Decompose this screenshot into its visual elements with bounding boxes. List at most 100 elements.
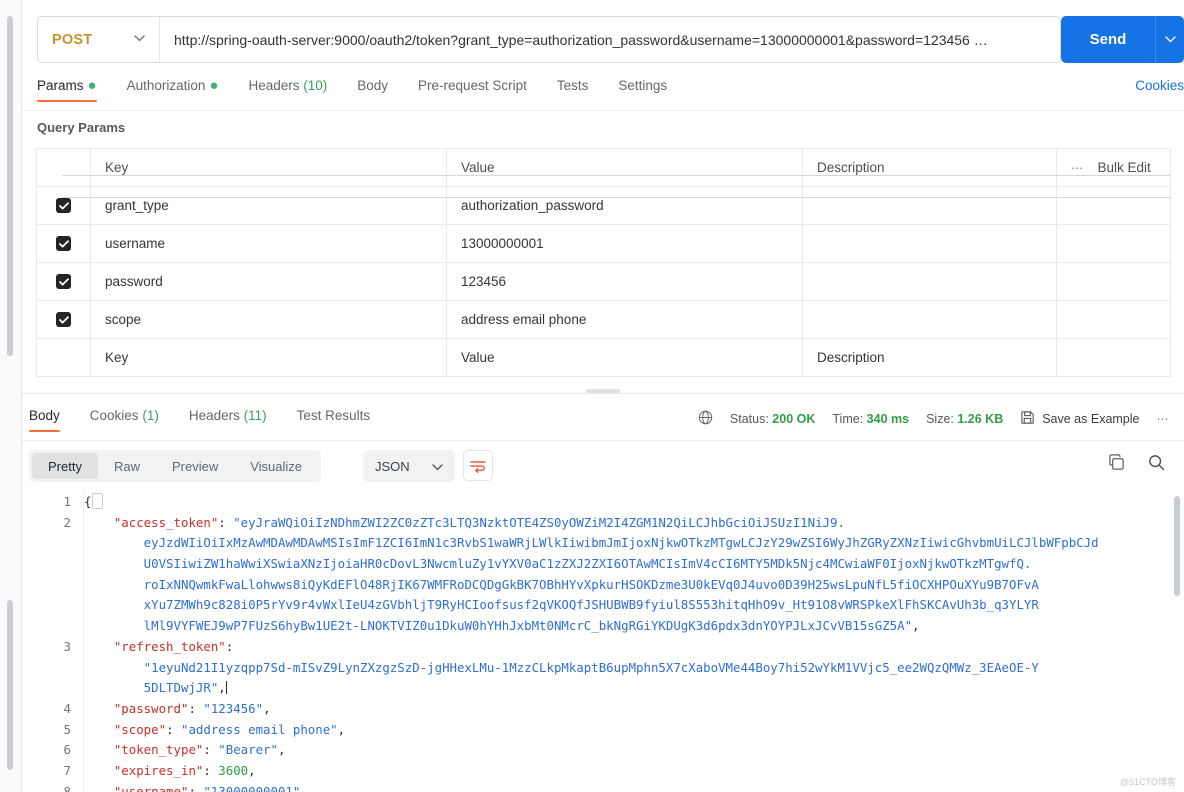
code-line: "password": "123456", — [113, 700, 271, 716]
page-scrollbar-thumb[interactable] — [7, 16, 13, 356]
wrap-lines-button[interactable] — [463, 450, 493, 481]
more-options-icon[interactable]: ⋯ — [1071, 161, 1085, 175]
tab-tests[interactable]: Tests — [557, 78, 589, 102]
time-label: Time: — [832, 412, 864, 426]
cookies-link[interactable]: Cookies — [1135, 78, 1184, 93]
row-checkbox[interactable] — [56, 312, 71, 327]
line-number: 6 — [63, 742, 71, 758]
row-actions-empty — [1056, 338, 1171, 377]
url-input[interactable]: http://spring-oauth-server:9000/oauth2/t… — [160, 17, 1060, 62]
response-more-options-icon[interactable]: ⋯ — [1157, 412, 1171, 426]
row-description[interactable] — [802, 224, 1057, 263]
row-key[interactable]: password — [90, 262, 447, 301]
line-number: 2 — [63, 514, 71, 530]
line-number — [22, 658, 83, 679]
tab-authorization[interactable]: Authorization ● — [127, 78, 219, 102]
response-tab-test-results[interactable]: Test Results — [297, 408, 371, 432]
response-scrollbar-thumb[interactable] — [1174, 496, 1180, 596]
view-mode-raw[interactable]: Raw — [98, 453, 156, 479]
method-selector[interactable]: POST — [38, 17, 160, 62]
tab-headers[interactable]: Headers (10) — [248, 78, 327, 102]
request-tabs-divider — [22, 110, 1184, 111]
line-number: 3 — [63, 638, 71, 654]
pane-resize-handle[interactable] — [586, 389, 620, 393]
row-checkbox[interactable] — [56, 198, 71, 213]
row-value[interactable]: authorization_password — [446, 186, 803, 225]
page-scrollbar-thumb-lower[interactable] — [7, 600, 13, 770]
left-rail — [0, 0, 22, 792]
status-value: 200 OK — [772, 412, 816, 426]
send-button[interactable]: Send — [1061, 16, 1155, 63]
row-value[interactable]: 123456 — [446, 262, 803, 301]
row-value[interactable]: address email phone — [446, 300, 803, 339]
line-number — [22, 575, 83, 596]
row-value[interactable]: 13000000001 — [446, 224, 803, 263]
globe-icon — [698, 410, 713, 428]
code-line: eyJzdWIiOiIxMzAwMDAwMDAwMSIsImF1ZCI6ImN1… — [84, 535, 1099, 551]
line-number: 4 — [63, 700, 71, 716]
row-actions — [1056, 300, 1171, 339]
line-number: 7 — [63, 762, 71, 778]
response-tab-cookies[interactable]: Cookies (1) — [90, 408, 159, 432]
view-mode-preview[interactable]: Preview — [156, 453, 234, 479]
view-mode-visualize[interactable]: Visualize — [234, 453, 318, 479]
line-number: 5 — [63, 721, 71, 737]
request-bar: POST http://spring-oauth-server:9000/oau… — [37, 16, 1061, 63]
view-mode-pretty[interactable]: Pretty — [32, 453, 98, 479]
table-row: grant_type authorization_password — [36, 186, 1171, 225]
size-value: 1.26 KB — [957, 412, 1004, 426]
size-group: Size: 1.26 KB — [926, 412, 1003, 426]
response-tab-body[interactable]: Body — [29, 408, 60, 432]
unsaved-dot-icon: ● — [87, 77, 97, 95]
new-key-input[interactable]: Key — [90, 338, 447, 377]
active-line-border-top — [62, 175, 1170, 176]
response-body-code[interactable]: { "access_token": "eyJraWQiOiIzNDhmZWI2Z… — [84, 490, 1184, 792]
send-options-chevron-icon[interactable] — [1155, 16, 1184, 63]
tab-settings[interactable]: Settings — [618, 78, 667, 102]
code-line: xYu7ZMWh9c828i0P5rYv9r4vWxlIeU4zGVbhljT9… — [84, 597, 1039, 613]
tab-body[interactable]: Body — [357, 78, 388, 102]
response-format-selector[interactable]: JSON — [363, 450, 455, 482]
tab-pre-request-script[interactable]: Pre-request Script — [418, 78, 527, 102]
bulk-edit-button[interactable]: Bulk Edit — [1098, 160, 1151, 175]
row-checkbox-cell — [36, 224, 91, 263]
new-description-input[interactable]: Description — [802, 338, 1057, 377]
response-tabs: Body Cookies (1) Headers (11) Test Resul… — [29, 408, 400, 432]
row-description[interactable] — [802, 186, 1057, 225]
row-key[interactable]: username — [90, 224, 447, 263]
row-actions — [1056, 186, 1171, 225]
time-value: 340 ms — [866, 412, 910, 426]
tab-headers-label: Headers — [248, 78, 300, 93]
code-line: { — [84, 494, 92, 509]
response-tab-headers[interactable]: Headers (11) — [189, 408, 267, 432]
line-number — [22, 678, 83, 699]
row-actions — [1056, 262, 1171, 301]
new-value-input[interactable]: Value — [446, 338, 803, 377]
save-as-example-button[interactable]: Save as Example — [1020, 410, 1140, 428]
row-key[interactable]: scope — [90, 300, 447, 339]
row-description[interactable] — [802, 262, 1057, 301]
header-key: Key — [90, 148, 447, 187]
row-checkbox[interactable] — [56, 236, 71, 251]
header-value: Value — [446, 148, 803, 187]
query-params-title: Query Params — [37, 120, 126, 135]
row-description[interactable] — [802, 300, 1057, 339]
header-description: Description — [802, 148, 1057, 187]
search-response-button[interactable] — [1147, 453, 1166, 477]
code-line: lMl9VYFWEJ9wP7FUzS6hyBw1UE2t-LNOKTVIZ0u1… — [84, 618, 920, 634]
response-pane-divider — [22, 393, 1184, 394]
chevron-down-icon — [432, 459, 443, 474]
response-body-viewer[interactable]: 1 2 3 4 5 6 7 8 { "access_token": "eyJraWQiOiIz… — [22, 490, 1184, 792]
tab-authorization-label: Authorization — [126, 78, 206, 93]
time-group: Time: 340 ms — [832, 412, 909, 426]
row-key[interactable]: grant_type — [90, 186, 447, 225]
line-number: 8 — [63, 783, 71, 792]
code-line: "username": "13000000001" — [113, 783, 301, 792]
response-tab-cookies-count: (1) — [142, 408, 159, 423]
tab-params[interactable]: Params ● — [37, 78, 97, 102]
copy-response-button[interactable] — [1107, 453, 1126, 477]
status-label: Status: — [729, 412, 769, 426]
line-number — [22, 554, 83, 575]
row-checkbox[interactable] — [56, 274, 71, 289]
table-row: password 123456 — [36, 262, 1171, 301]
